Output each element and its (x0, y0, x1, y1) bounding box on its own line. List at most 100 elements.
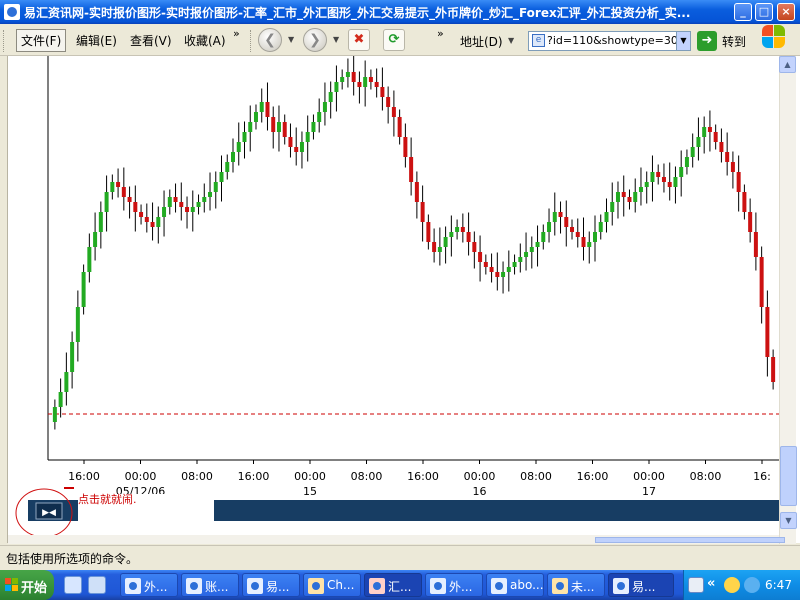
x-tick-label: 16:00 (238, 470, 270, 483)
x-tick-label: 00:00 (633, 470, 665, 483)
x-tick-label: 08:00 (520, 470, 552, 483)
maximize-button[interactable]: □ (755, 3, 773, 21)
candle-body (219, 172, 224, 182)
status-text: 包括使用所选项的命令。 (6, 552, 139, 566)
title-bar[interactable]: 易汇资讯网-实时报价图形-实时报价图形-汇率_汇市_外汇图形_外汇交易提示_外币… (0, 0, 800, 24)
candle-body (541, 232, 546, 242)
candle-body (765, 307, 770, 357)
forward-arrow-icon[interactable]: ❯ (303, 28, 327, 52)
vertical-scrollbar[interactable]: ▼ (779, 56, 797, 544)
candle-body (501, 272, 506, 277)
menu-edit[interactable]: 编辑(E) (76, 32, 117, 49)
scroll-down-button[interactable]: ▼ (780, 512, 797, 529)
nav-more-chevron[interactable]: » (437, 27, 444, 40)
tray-expand-chevron[interactable]: « (707, 576, 715, 591)
menu-more-chevron[interactable]: » (233, 27, 240, 40)
go-arrow-icon[interactable]: ➜ (697, 31, 717, 51)
candle-body (98, 212, 103, 232)
candle-body (495, 272, 500, 277)
candle-body (460, 227, 465, 232)
address-label-dropdown-icon[interactable]: ▼ (508, 36, 514, 45)
candle-body (713, 132, 718, 142)
candle-body (162, 207, 167, 217)
candle-body (116, 182, 121, 187)
candle-body (771, 357, 776, 382)
candle-body (489, 267, 494, 272)
address-dropdown-icon[interactable]: ▼ (676, 32, 690, 50)
candle-body (420, 202, 425, 222)
horizontal-scroll-thumb[interactable] (595, 537, 785, 543)
x-tick-label: 08:00 (690, 470, 722, 483)
candle-body (208, 192, 213, 197)
toolbar: 文件(F) 编辑(E) 查看(V) 收藏(A) » ❮ ▼ ❯ ▼ ✖ ⟳ » … (0, 24, 800, 56)
start-button[interactable]: 开始 (0, 570, 54, 600)
candle-body (64, 372, 69, 392)
desktop-quicklaunch-icon[interactable] (88, 576, 106, 594)
vertical-scroll-thumb[interactable] (780, 446, 797, 506)
ie-quicklaunch-icon[interactable] (64, 576, 82, 594)
menu-file[interactable]: 文件(F) (16, 29, 67, 52)
annotation-mark (64, 487, 74, 489)
candle-body (104, 192, 109, 212)
address-input[interactable]: ?id=110&showtype=30& (528, 31, 691, 51)
go-button-label[interactable]: 转到 (722, 33, 746, 50)
candle-body (322, 102, 327, 112)
task-item[interactable]: 汇... (364, 573, 422, 597)
candle-body (472, 242, 477, 252)
candle-body (276, 122, 281, 132)
candle-body (552, 212, 557, 222)
menu-view[interactable]: 查看(V) (130, 32, 172, 49)
task-item[interactable]: Ch... (303, 573, 361, 597)
back-dropdown-icon[interactable]: ▼ (288, 35, 294, 44)
candle-body (345, 72, 350, 77)
candle-body (311, 122, 316, 132)
price-chart: 16:00 00:0005/12/0608:00 16:00 00:001508:00… (15, 56, 779, 535)
candle-body (679, 167, 684, 177)
candle-body (587, 242, 592, 247)
candle-body (133, 202, 138, 212)
candle-body (575, 232, 580, 237)
toolbar-grip[interactable] (250, 30, 253, 52)
scroll-up-button[interactable]: ▲ (779, 56, 796, 73)
menu-favorites[interactable]: 收藏(A) (184, 32, 226, 49)
start-label: 开始 (21, 581, 48, 596)
candle-body (357, 82, 362, 87)
toolbar-grip[interactable] (3, 30, 6, 52)
task-item[interactable]: 未... (547, 573, 605, 597)
candle-body (512, 262, 517, 267)
candle-body (656, 172, 661, 177)
candle-body (581, 237, 586, 247)
qq-penguin-icon[interactable] (724, 577, 740, 593)
candle-body (426, 222, 431, 242)
stop-icon[interactable]: ✖ (348, 29, 370, 51)
candle-body (466, 232, 471, 242)
candle-body (179, 202, 184, 207)
task-item[interactable]: 账... (181, 573, 239, 597)
task-item[interactable]: 外... (425, 573, 483, 597)
x-tick-label: 08:00 (181, 470, 213, 483)
minimize-button[interactable]: _ (734, 3, 752, 21)
candle-body (110, 182, 115, 192)
candle-body (213, 182, 218, 192)
candle-body (282, 122, 287, 137)
task-item[interactable]: 易... (242, 573, 300, 597)
refresh-icon[interactable]: ⟳ (383, 29, 405, 51)
candle-body (121, 187, 126, 197)
candle-body (570, 227, 575, 232)
candle-body (271, 117, 276, 132)
task-item[interactable]: 外... (120, 573, 178, 597)
candle-body (684, 157, 689, 167)
close-button[interactable]: × (777, 3, 795, 21)
forward-dropdown-icon[interactable]: ▼ (333, 35, 339, 44)
task-item[interactable]: abo... (486, 573, 544, 597)
back-arrow-icon[interactable]: ❮ (258, 28, 282, 52)
x-tick-label: 00:00 (125, 470, 157, 483)
candle-body (173, 197, 178, 202)
task-item[interactable]: 易... (608, 573, 674, 597)
candle-body (403, 137, 408, 157)
network-globe-icon[interactable] (744, 577, 760, 593)
candle-body (328, 92, 333, 102)
candle-body (753, 232, 758, 257)
candlestick-series (52, 56, 776, 430)
keyboard-icon[interactable] (688, 577, 704, 593)
